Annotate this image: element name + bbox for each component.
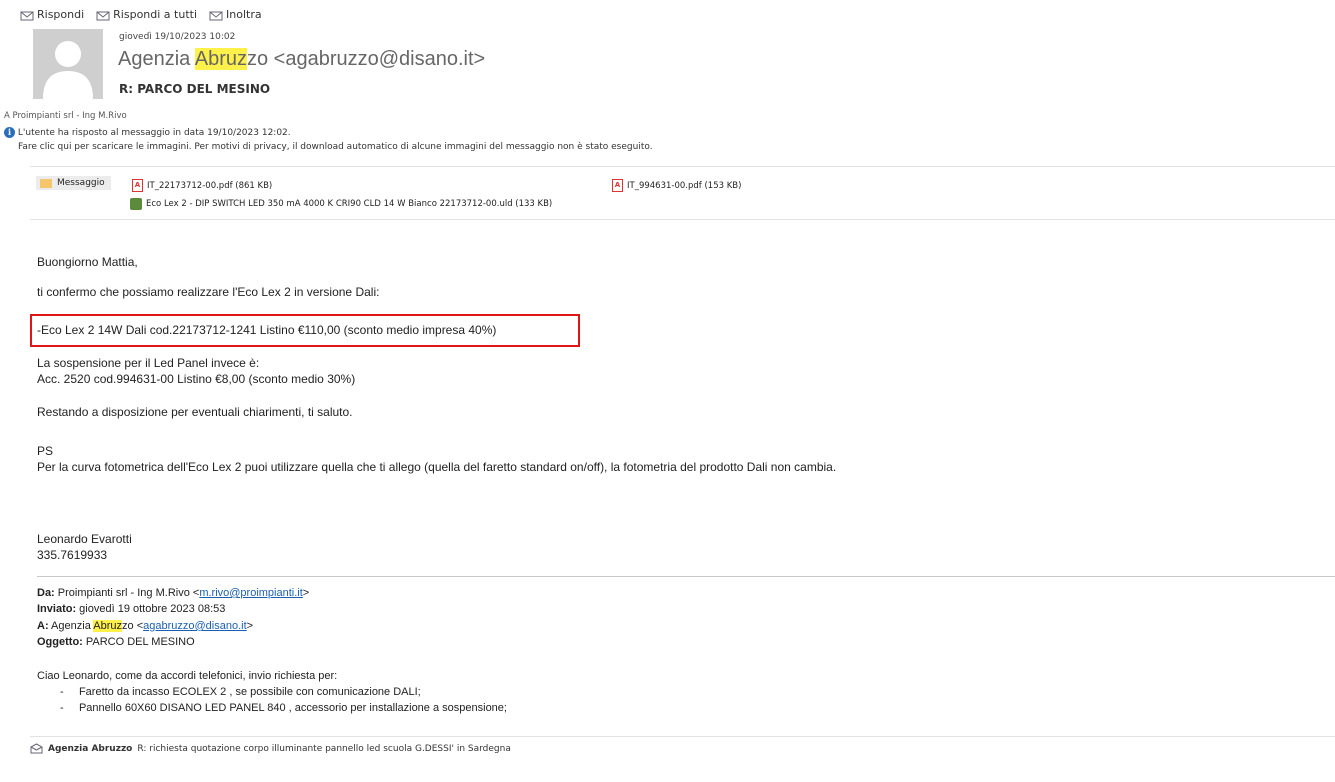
attachment-name: IT_994631-00.pdf (153 KB) <box>627 180 742 191</box>
from-value: Proimpianti srl - Ing M.Rivo < <box>54 587 200 599</box>
body-line: La sospensione per il Led Panel invece è… <box>37 356 260 370</box>
attachment-uld[interactable]: Eco Lex 2 - DIP SWITCH LED 350 mA 4000 K… <box>130 198 552 210</box>
search-highlight: Abruz <box>194 48 247 70</box>
attachment-name: Eco Lex 2 - DIP SWITCH LED 350 mA 4000 K… <box>146 199 553 209</box>
message-subject: R: PARCO DEL MESINO <box>119 82 271 96</box>
body-line: Acc. 2520 cod.994631-00 Listino €8,00 (s… <box>37 372 356 386</box>
divider <box>30 166 1335 167</box>
list-item-text: Pannello 60X60 DISANO LED PANEL 840 , ac… <box>78 702 507 714</box>
reply-label: Rispondi <box>37 8 85 21</box>
quoted-intro: Ciao Leonardo, come da accordi telefonic… <box>37 670 338 682</box>
reply-button[interactable]: Rispondi <box>20 8 84 21</box>
attachment-name: IT_22173712-00.pdf (861 KB) <box>147 180 273 191</box>
highlighted-offer: -Eco Lex 2 14W Dali cod.22173712-1241 Li… <box>37 323 497 337</box>
quoted-from: Da: Proimpianti srl - Ing M.Rivo <m.rivo… <box>37 587 309 599</box>
sender-name-part: Agenzia <box>118 48 195 70</box>
quoted-to: A: Agenzia Abruzzo <agabruzzo@disano.it> <box>37 620 253 632</box>
related-subject: R: richiesta quotazione corpo illuminant… <box>137 743 511 754</box>
forward-icon <box>209 11 223 20</box>
to-label: A: <box>37 620 49 632</box>
forward-label: Inoltra <box>226 8 262 21</box>
sender-name[interactable]: Agenzia Abruzzo <agabruzzo@disano.it> <box>118 48 485 71</box>
reply-all-label: Rispondi a tutti <box>113 8 198 21</box>
to-value: Agenzia <box>48 620 94 632</box>
list-item: - Pannello 60X60 DISANO LED PANEL 840 , … <box>60 702 507 714</box>
greeting: Buongiorno Mattia, <box>37 255 138 269</box>
info-banner[interactable]: i L'utente ha risposto al messaggio in d… <box>4 126 653 154</box>
quote-divider <box>37 576 1335 577</box>
quoted-subject: Oggetto: PARCO DEL MESINO <box>37 636 195 648</box>
search-highlight: Abruz <box>93 620 123 632</box>
info-line-2: Fare clic qui per scaricare le immagini.… <box>18 142 653 152</box>
pdf-icon: A <box>132 179 143 192</box>
recipient-line[interactable]: A Proimpianti srl - Ing M.Rivo <box>4 111 127 121</box>
signature-name: Leonardo Evarotti <box>37 532 132 546</box>
to-value: zo < <box>122 620 144 632</box>
attachment-pdf-1[interactable]: A IT_22173712-00.pdf (861 KB) <box>132 179 272 192</box>
sender-name-part: zo <agabruzzo@disano.it> <box>246 48 486 70</box>
pdf-icon: A <box>612 179 623 192</box>
info-line-1: L'utente ha risposto al messaggio in dat… <box>17 128 291 138</box>
sent-value: giovedì 19 ottobre 2023 08:53 <box>76 603 226 615</box>
uld-file-icon <box>130 198 142 210</box>
sender-avatar <box>33 29 103 99</box>
envelope-open-icon <box>30 743 43 754</box>
to-close: > <box>246 620 254 632</box>
from-close: > <box>302 587 310 599</box>
reply-toolbar: Rispondi Rispondi a tutti Inoltra <box>20 8 262 21</box>
ps-label: PS <box>37 444 54 458</box>
related-message[interactable]: Agenzia Abruzzo R: richiesta quotazione … <box>30 743 511 754</box>
body-line: Per la curva fotometrica dell'Eco Lex 2 … <box>37 460 837 474</box>
body-line: Restando a disposizione per eventuali ch… <box>37 405 353 419</box>
message-tab[interactable]: Messaggio <box>36 176 111 190</box>
list-item: - Faretto da incasso ECOLEX 2 , se possi… <box>60 686 421 698</box>
subject-label: Oggetto: <box>37 636 83 648</box>
signature-phone: 335.7619933 <box>37 548 108 562</box>
related-sender: Agenzia Abruzzo <box>48 743 133 754</box>
reply-all-icon <box>96 11 110 20</box>
attachment-pdf-2[interactable]: A IT_994631-00.pdf (153 KB) <box>612 179 741 192</box>
footer-divider <box>30 736 1335 737</box>
from-email-link[interactable]: m.rivo@proimpianti.it <box>199 587 302 599</box>
divider <box>30 219 1335 220</box>
from-label: Da: <box>37 587 55 599</box>
message-date: giovedì 19/10/2023 10:02 <box>119 32 236 42</box>
reply-icon <box>20 11 34 20</box>
forward-button[interactable]: Inoltra <box>209 8 262 21</box>
info-icon: i <box>4 127 15 138</box>
to-email-link[interactable]: agabruzzo@disano.it <box>143 620 247 632</box>
person-icon <box>43 41 93 99</box>
sent-label: Inviato: <box>37 603 77 615</box>
subject-value: PARCO DEL MESINO <box>82 636 195 648</box>
list-item-text: Faretto da incasso ECOLEX 2 , se possibi… <box>78 686 421 698</box>
envelope-icon <box>40 178 52 188</box>
reply-all-button[interactable]: Rispondi a tutti <box>96 8 197 21</box>
quoted-sent: Inviato: giovedì 19 ottobre 2023 08:53 <box>37 603 225 615</box>
body-line: ti confermo che possiamo realizzare l'Ec… <box>37 285 380 299</box>
message-tab-label: Messaggio <box>57 178 105 188</box>
